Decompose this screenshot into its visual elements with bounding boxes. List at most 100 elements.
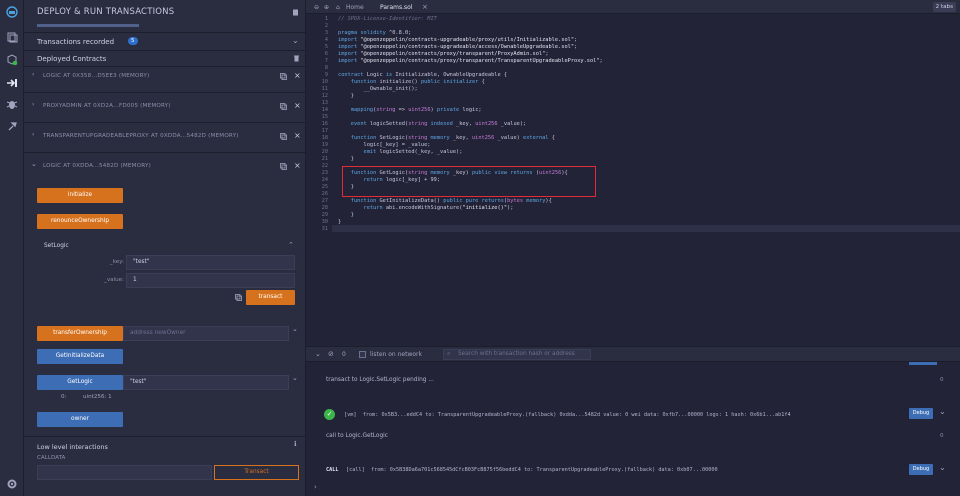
trash-icon[interactable] [293, 55, 300, 62]
copy-icon[interactable] [280, 73, 287, 80]
close-icon[interactable]: × [294, 162, 301, 170]
editor-tabs: ⊖ ⊕ ⌂ Home Params.sol × 2 tabs [306, 0, 960, 14]
code-line[interactable]: import "@openzeppelin/contracts-upgradea… [338, 37, 577, 43]
code-line[interactable]: } [338, 184, 354, 190]
code-line[interactable]: } [338, 93, 354, 99]
code-line[interactable]: import "@openzeppelin/contracts-upgradea… [338, 44, 577, 50]
setlogic-transact-button[interactable]: transact [246, 290, 295, 305]
line-number: 7 [324, 58, 328, 64]
instance-transparent-proxy[interactable]: TRANSPARENTUPGRADEABLEPROXY AT 0XDDA...5… [43, 133, 239, 139]
chevron-down-icon[interactable]: ⌄ [939, 463, 946, 472]
get-initialize-data-button[interactable]: GetInitializeData [37, 349, 123, 364]
expand-zero[interactable]: 0 [940, 377, 944, 383]
transactions-count-badge: 5 [128, 37, 138, 45]
renounce-ownership-button[interactable]: renounceOwnership [37, 214, 123, 229]
code-line[interactable]: __Ownable_init(); [338, 86, 418, 92]
transactions-recorded-label[interactable]: Transactions recorded [37, 38, 114, 46]
debugger-icon[interactable] [6, 98, 18, 110]
line-number: 31 [321, 226, 328, 232]
chevron-down-icon[interactable]: ⌄ [31, 160, 37, 168]
settings-gear-icon[interactable] [6, 478, 18, 490]
code-line[interactable]: function GetLogic(string memory _key) pu… [338, 170, 568, 176]
vm-tx-line[interactable]: [vm] from: 0x5B3...eddC4 to: Transparent… [344, 412, 791, 418]
close-tab-icon[interactable]: × [422, 2, 428, 13]
home-icon[interactable]: ⌂ [336, 2, 340, 13]
key-input[interactable]: "test" [126, 255, 295, 270]
initialize-button[interactable]: initialize [37, 188, 123, 203]
zoom-out-icon[interactable]: ⊖ [314, 2, 319, 13]
code-line[interactable]: emit logicSetted(_key, _value); [338, 149, 463, 155]
code-line[interactable]: // SPDX-License-Identifier: MIT [338, 16, 437, 22]
chevron-up-icon[interactable]: ⌃ [288, 241, 294, 249]
chevron-right-icon[interactable]: › [32, 71, 34, 78]
setlogic-title: SetLogic [44, 243, 69, 249]
calldata-input[interactable] [37, 465, 212, 480]
listen-network-checkbox[interactable] [359, 351, 366, 358]
line-number: 17 [321, 128, 328, 134]
getlogic-button[interactable]: GetLogic [37, 375, 123, 390]
instance-logic-1[interactable]: LOGIC AT 0X358...D5EE3 (MEMORY) [43, 73, 149, 79]
info-icon[interactable]: ℹ [294, 441, 301, 448]
chevron-right-icon[interactable]: › [32, 131, 34, 138]
close-icon[interactable]: × [294, 72, 301, 80]
getlogic-result: uint256: 1 [83, 394, 112, 400]
copy-icon[interactable] [280, 103, 287, 110]
code-line[interactable]: import "@openzeppelin/contracts/proxy/tr… [338, 51, 549, 57]
code-line[interactable]: } [338, 219, 341, 225]
code-line[interactable]: function SetLogic(string memory _key, ui… [338, 135, 555, 141]
owner-button[interactable]: owner [37, 412, 123, 427]
low-level-transact-button[interactable]: Transact [214, 465, 299, 480]
code-line[interactable]: function GetInitializeData() public pure… [338, 198, 552, 204]
close-icon[interactable]: × [294, 102, 301, 110]
code-line[interactable]: } [338, 156, 354, 162]
code-line[interactable]: } [338, 212, 354, 218]
deploy-run-icon[interactable] [6, 77, 18, 89]
chevron-down-icon[interactable]: ⌄ [292, 374, 298, 382]
getlogic-input[interactable]: "test" [123, 375, 289, 390]
zoom-in-icon[interactable]: ⊕ [324, 2, 329, 13]
value-input[interactable]: 1 [126, 273, 295, 288]
instance-logic-proxy[interactable]: LOGIC AT 0XDDA...5482D (MEMORY) [43, 163, 151, 169]
line-number: 27 [321, 198, 328, 204]
code-line[interactable]: import "@openzeppelin/contracts/proxy/tr… [338, 58, 603, 64]
code-line[interactable]: event logicSetted(string indexed _key, u… [338, 121, 526, 127]
code-line[interactable]: contract Logic is Initializable, Ownable… [338, 72, 507, 78]
code-line[interactable]: return abi.encodeWithSignature("initiali… [338, 205, 514, 211]
terminal-prompt-icon[interactable]: › [314, 483, 317, 491]
instance-proxyadmin[interactable]: PROXYADMIN AT 0XD2A...FD005 (MEMORY) [43, 103, 171, 109]
clear-console-icon[interactable]: ⊘ [328, 350, 334, 358]
terminal-search-input[interactable]: Search with transaction hash or address [443, 349, 591, 360]
copy-icon[interactable] [280, 163, 287, 170]
compiler-icon[interactable] [6, 54, 18, 66]
collapse-terminal-icon[interactable]: ⌄ [315, 350, 321, 358]
copy-calldata-icon[interactable] [235, 294, 242, 301]
plugin-manager-icon[interactable] [6, 120, 18, 132]
deployed-contracts-label: Deployed Contracts [37, 55, 107, 63]
debug-button[interactable]: Debug [909, 408, 933, 419]
code-line[interactable]: return logic[_key] + 99; [338, 177, 441, 183]
docs-icon[interactable] [292, 9, 299, 16]
code-line[interactable]: mapping(string => uint256) private logic… [338, 107, 482, 113]
chevron-down-icon[interactable]: ⌄ [292, 325, 298, 333]
call-tx-line[interactable]: [call] from: 0x5B38Da6a701c568545dCfcB03… [346, 467, 718, 473]
close-icon[interactable]: × [294, 132, 301, 140]
code-line[interactable]: pragma solidity ^0.8.0; [338, 30, 411, 36]
calldata-label: CALLDATA [37, 455, 66, 461]
tab-params-sol[interactable]: Params.sol [380, 2, 413, 13]
file-explorer-icon[interactable] [6, 31, 18, 43]
chevron-down-icon[interactable]: ⌄ [939, 407, 946, 416]
debug-button-2[interactable]: Debug [909, 464, 933, 475]
remix-logo-icon[interactable] [6, 6, 18, 18]
expand-zero-2[interactable]: 0 [940, 433, 944, 439]
chevron-right-icon[interactable]: › [32, 101, 34, 108]
code-line[interactable]: logic[_key] = _value; [338, 142, 431, 148]
tabs-count-dropdown[interactable]: 2 tabs [932, 2, 956, 12]
chevron-down-icon[interactable]: ⌄ [292, 36, 299, 45]
code-line[interactable]: function initialize() public initializer… [338, 79, 485, 85]
low-level-interactions-label: Low level interactions [37, 443, 108, 451]
tab-home[interactable]: Home [346, 2, 364, 13]
getlogic-result-index: 0: [61, 394, 67, 400]
new-owner-input[interactable]: address newOwner [123, 326, 289, 341]
transfer-ownership-button[interactable]: transferOwnership [37, 326, 123, 341]
copy-icon[interactable] [280, 133, 287, 140]
